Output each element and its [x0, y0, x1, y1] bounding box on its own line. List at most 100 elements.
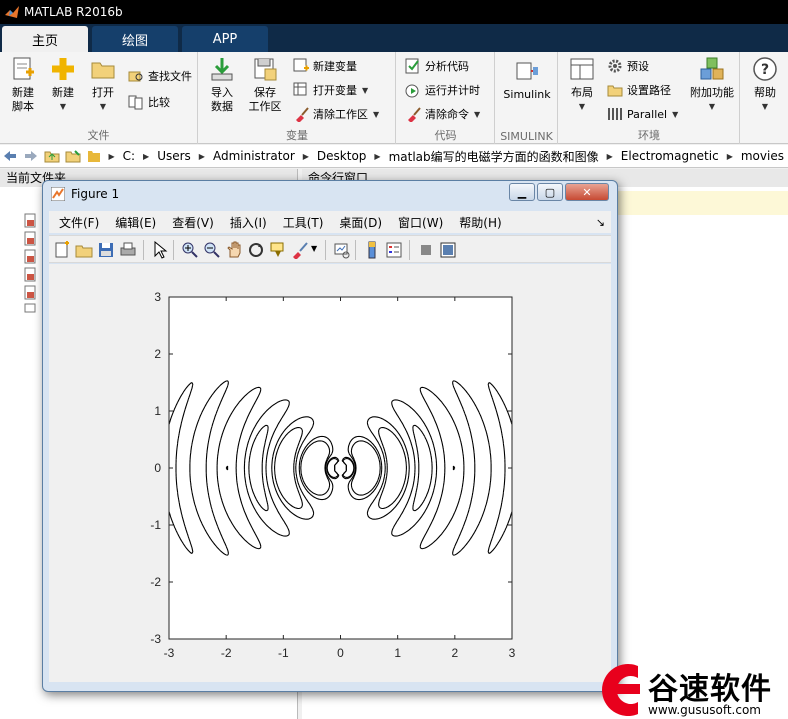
- browse-folder-icon[interactable]: [63, 145, 84, 167]
- run-and-time-button[interactable]: 运行并计时: [405, 82, 480, 98]
- run-and-time-label: 运行并计时: [425, 84, 480, 97]
- app-title: MATLAB R2016b: [24, 5, 123, 19]
- variable-group: 导入 数据 保存 工作区 新建变量 打开变量 ▼ 清除工作区 ▼ 变量: [199, 52, 396, 144]
- new-variable-label: 新建变量: [313, 60, 357, 73]
- tab-apps[interactable]: APP: [182, 26, 268, 52]
- menu-view[interactable]: 查看(V): [172, 214, 214, 231]
- crumb-electromagnetic[interactable]: Electromagnetic: [621, 149, 719, 163]
- brush-icon[interactable]: [291, 241, 309, 259]
- crumb-movies[interactable]: movies: [741, 149, 784, 163]
- back-arrow-icon[interactable]: [0, 145, 21, 167]
- save-workspace-icon: [254, 58, 277, 81]
- colorbar-icon[interactable]: [363, 241, 381, 259]
- variable-group-label: 变量: [286, 129, 308, 142]
- path-separator-icon: ▶: [108, 151, 115, 161]
- crumb-desktop[interactable]: Desktop: [317, 149, 367, 163]
- data-cursor-icon[interactable]: [269, 241, 287, 259]
- up-folder-icon[interactable]: [42, 145, 63, 167]
- preferences-button[interactable]: 预设: [607, 58, 649, 74]
- pan-hand-icon[interactable]: [225, 241, 243, 259]
- close-button[interactable]: ✕: [565, 183, 609, 201]
- new-button[interactable]: 新建 ▼: [46, 56, 80, 114]
- ribbon-tab-strip: 主页 绘图 APP: [0, 24, 788, 52]
- menu-insert[interactable]: 插入(I): [230, 214, 267, 231]
- close-icon: ✕: [582, 185, 592, 199]
- menu-help[interactable]: 帮助(H): [459, 214, 501, 231]
- save-icon[interactable]: [97, 241, 115, 259]
- show-plot-tools-icon[interactable]: [439, 241, 457, 259]
- tab-home[interactable]: 主页: [2, 26, 88, 52]
- contour-plot[interactable]: -3 -2 -1 0 1 2 3 3 2 1 0 -1 -2 -3: [49, 264, 611, 682]
- maximize-button[interactable]: ▢: [537, 183, 563, 201]
- clear-workspace-button[interactable]: 清除工作区 ▼: [293, 106, 379, 122]
- chevron-down-icon: ▼: [708, 102, 716, 111]
- help-button[interactable]: ? 帮助 ▼: [745, 56, 785, 114]
- path-separator-icon: ▶: [374, 151, 381, 161]
- brush-icon: [296, 107, 309, 122]
- path-separator-icon: ▶: [302, 151, 309, 161]
- zoom-in-icon[interactable]: [181, 241, 199, 259]
- menu-desktop[interactable]: 桌面(D): [339, 214, 382, 231]
- import-data-icon: [211, 58, 233, 81]
- compare-button[interactable]: 比较: [128, 94, 170, 110]
- new-figure-icon[interactable]: [53, 241, 71, 259]
- new-script-button[interactable]: 新建 脚本: [6, 56, 40, 114]
- checklist-icon: [405, 58, 419, 74]
- title-bar: MATLAB R2016b: [0, 0, 788, 24]
- chevron-down-icon[interactable]: ▼: [311, 244, 317, 253]
- open-file-icon[interactable]: [75, 241, 93, 259]
- compare-icon: [128, 95, 143, 110]
- forward-arrow-icon[interactable]: [21, 145, 42, 167]
- menu-edit[interactable]: 编辑(E): [115, 214, 156, 231]
- find-files-button[interactable]: 查找文件: [128, 68, 192, 84]
- figure-window[interactable]: Figure 1 ▁ ▢ ✕ 文件(F) 编辑(E) 查看(V) 插入(I) 工…: [42, 180, 618, 692]
- hide-plot-tools-icon[interactable]: [417, 241, 435, 259]
- open-button[interactable]: 打开 ▼: [86, 56, 120, 114]
- legend-icon[interactable]: [385, 241, 403, 259]
- ribbon: 新建 脚本 新建 ▼ 打开 ▼ 查找文件 比较 文件 导入 数据 保存 工作区 …: [0, 52, 788, 144]
- path-separator-icon: ▶: [143, 151, 150, 161]
- crumb-administrator[interactable]: Administrator: [213, 149, 295, 163]
- toolbar-divider: [143, 240, 144, 260]
- x-tick-label: 1: [394, 646, 401, 660]
- simulink-icon: [516, 62, 538, 80]
- y-tick-label: -3: [150, 632, 161, 646]
- crumb-drive[interactable]: C:: [123, 149, 135, 163]
- link-plot-icon[interactable]: [333, 241, 351, 259]
- save-workspace-button[interactable]: 保存 工作区: [245, 56, 285, 114]
- dock-arrow-icon[interactable]: ↘: [596, 216, 605, 229]
- addons-cubes-icon: [700, 57, 724, 80]
- menu-window[interactable]: 窗口(W): [398, 214, 443, 231]
- figure-toolbar: ▼: [49, 235, 611, 263]
- menu-file[interactable]: 文件(F): [59, 214, 99, 231]
- layout-button[interactable]: 布局 ▼: [565, 56, 599, 114]
- toolbar-divider: [409, 240, 410, 260]
- tab-plots[interactable]: 绘图: [92, 26, 178, 52]
- simulink-button[interactable]: Simulink: [500, 58, 554, 102]
- set-path-button[interactable]: 设置路径: [607, 82, 671, 98]
- menu-tools[interactable]: 工具(T): [283, 214, 324, 231]
- pointer-arrow-icon[interactable]: [151, 241, 169, 259]
- minimize-button[interactable]: ▁: [509, 183, 535, 201]
- new-label: 新建: [52, 86, 74, 99]
- new-script-label-2: 脚本: [12, 100, 34, 113]
- parallel-button[interactable]: Parallel ▼: [607, 106, 678, 122]
- clear-commands-button[interactable]: 清除命令 ▼: [405, 106, 480, 122]
- print-icon[interactable]: [119, 241, 137, 259]
- analyze-code-button[interactable]: 分析代码: [405, 58, 469, 74]
- new-script-icon: [13, 57, 34, 80]
- code-group-label: 代码: [434, 129, 457, 142]
- toolbar-divider: [173, 240, 174, 260]
- rotate-3d-icon[interactable]: [247, 241, 265, 259]
- parallel-label: Parallel: [627, 107, 668, 121]
- zoom-out-icon[interactable]: [203, 241, 221, 259]
- plus-icon: [52, 58, 74, 80]
- open-variable-button[interactable]: 打开变量 ▼: [293, 82, 368, 98]
- matlab-figure-icon: [51, 187, 65, 201]
- x-tick-label: 0: [337, 646, 344, 660]
- new-variable-button[interactable]: 新建变量: [293, 58, 357, 74]
- addons-button[interactable]: 附加功能 ▼: [687, 56, 737, 114]
- import-data-button[interactable]: 导入 数据: [205, 56, 239, 114]
- crumb-matlab-folder[interactable]: matlab编写的电磁学方面的函数和图像: [389, 148, 599, 165]
- crumb-users[interactable]: Users: [157, 149, 191, 163]
